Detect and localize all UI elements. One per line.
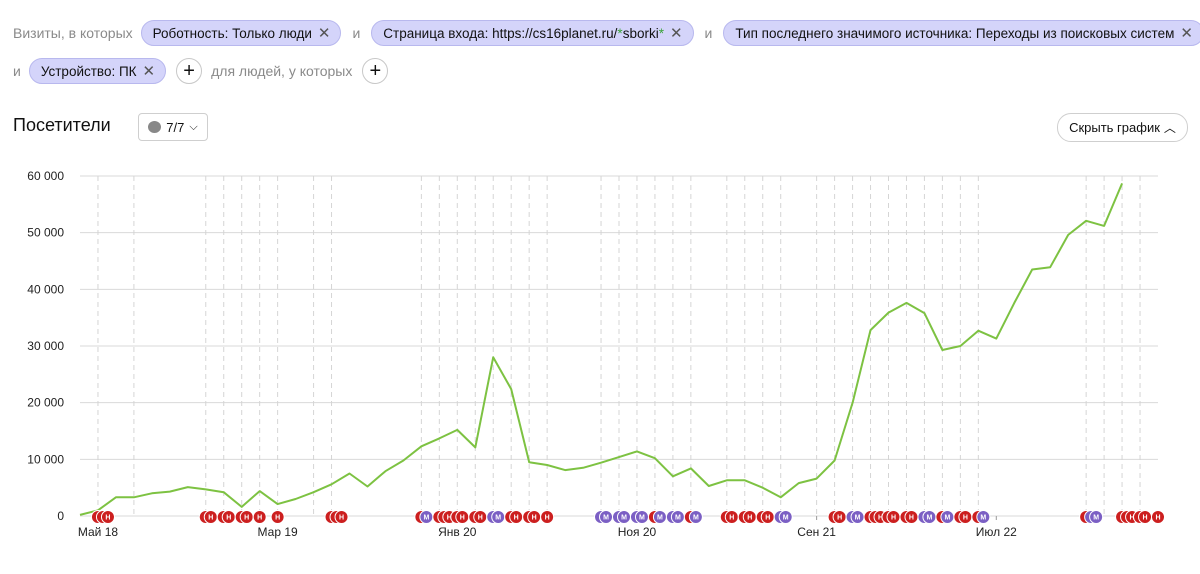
x-tick-label: Ноя 20 <box>618 525 657 539</box>
filter-chip-device[interactable]: Устройство: ПК ✕ <box>28 58 167 84</box>
annotation-marker-letter: Н <box>963 515 968 522</box>
hide-chart-button[interactable]: Скрыть график ︿ <box>1057 113 1188 142</box>
close-icon[interactable]: ✕ <box>1180 26 1193 41</box>
filter-chip-label: Тип последнего значимого источника: Пере… <box>735 25 1175 41</box>
filter-connector: и <box>352 25 361 41</box>
annotation-marker-letter: Н <box>257 515 262 522</box>
close-icon[interactable]: ✕ <box>318 26 331 41</box>
x-tick-label: Май 18 <box>78 525 119 539</box>
plus-icon: + <box>183 60 195 82</box>
annotation-marker-letter: М <box>980 515 986 522</box>
annotation-marker-letter: Н <box>478 515 483 522</box>
annotation-marker-letter: М <box>603 515 609 522</box>
filter-chip-robotness[interactable]: Роботность: Только люди ✕ <box>140 20 342 46</box>
annotation-marker-letter: Н <box>837 515 842 522</box>
annotation-marker-letter: Н <box>460 515 465 522</box>
notes-count: 7/7 <box>166 119 185 135</box>
x-tick-label: Янв 20 <box>438 525 477 539</box>
annotation-marker-letter: Н <box>765 515 770 522</box>
annotation-marker-letter: Н <box>747 515 752 522</box>
filter-chip-label: Страница входа: https://cs16planet.ru/*s… <box>383 25 664 41</box>
notes-dropdown[interactable]: 7/7 ⌵ <box>138 113 208 141</box>
plus-icon: + <box>369 60 382 82</box>
filter-people-text: для людей, у которых <box>211 63 353 79</box>
annotation-marker-letter: М <box>495 515 501 522</box>
x-tick-label: Мар 19 <box>258 525 298 539</box>
annotation-marker-letter: М <box>927 515 933 522</box>
annotation-marker-letter: М <box>675 515 681 522</box>
x-tick-label: Сен 21 <box>797 525 836 539</box>
y-tick-label: 10 000 <box>27 452 64 466</box>
annotation-marker-letter: М <box>944 515 950 522</box>
annotation-marker-letter: Н <box>891 515 896 522</box>
filter-chip-label: Устройство: ПК <box>40 63 137 79</box>
filters-bar: Визиты, в которых Роботность: Только люд… <box>0 0 1200 100</box>
filter-chip-label: Роботность: Только люди <box>152 25 312 41</box>
annotation-marker-letter: Н <box>532 515 537 522</box>
filter-chip-traffic-source[interactable]: Тип последнего значимого источника: Пере… <box>723 20 1200 46</box>
annotation-marker-letter: М <box>423 515 429 522</box>
filter-connector: и <box>704 25 713 41</box>
filter-prefix: Визиты, в которых <box>13 25 133 41</box>
add-visit-condition-button[interactable]: + <box>176 58 203 84</box>
annotation-marker-letter: Н <box>909 515 914 522</box>
annotation-marker-letter: Н <box>226 515 231 522</box>
annotation-marker-letter: Н <box>514 515 519 522</box>
filter-chip-entry-page[interactable]: Страница входа: https://cs16planet.ru/*s… <box>371 20 694 46</box>
y-tick-label: 20 000 <box>27 396 64 410</box>
annotation-marker-letter: М <box>855 515 861 522</box>
y-tick-label: 40 000 <box>27 282 64 296</box>
x-tick-label: Июл 22 <box>976 525 1017 539</box>
chevron-up-icon: ︿ <box>1163 121 1176 135</box>
y-tick-label: 30 000 <box>27 339 64 353</box>
hide-chart-label: Скрыть график <box>1069 120 1160 135</box>
annotation-marker-letter: Н <box>275 515 280 522</box>
filter-row-2: и Устройство: ПК ✕ + для людей, у которы… <box>13 58 389 84</box>
annotation-marker-letter: М <box>621 515 627 522</box>
y-tick-label: 50 000 <box>27 226 64 240</box>
y-tick-label: 0 <box>57 509 64 523</box>
annotation-marker-letter: М <box>639 515 645 522</box>
close-icon[interactable]: ✕ <box>670 26 683 41</box>
filter-row-1: Визиты, в которых Роботность: Только люд… <box>13 20 1200 46</box>
annotation-marker-letter: Н <box>1143 515 1148 522</box>
annotation-marker-letter: Н <box>244 515 249 522</box>
add-people-condition-button[interactable]: + <box>362 58 389 84</box>
panel-title: Посетители <box>13 115 111 135</box>
chevron-down-icon: ⌵ <box>189 120 198 133</box>
filter-connector: и <box>13 63 21 79</box>
annotation-marker-letter: М <box>1093 515 1099 522</box>
annotation-marker-letter: М <box>657 515 663 522</box>
annotation-marker-letter: М <box>783 515 789 522</box>
annotation-marker-letter: Н <box>208 515 213 522</box>
annotation-marker-letter: Н <box>545 515 550 522</box>
comment-icon <box>148 121 162 133</box>
annotation-marker-letter: Н <box>729 515 734 522</box>
visitors-chart: 0 10 000 20 000 30 000 40 000 50 000 60 000 Май… <box>27 169 1165 539</box>
close-icon[interactable]: ✕ <box>143 64 156 79</box>
y-tick-label: 60 000 <box>27 169 64 183</box>
annotation-marker-letter: Н <box>339 515 344 522</box>
annotation-marker-letter: Н <box>105 515 110 522</box>
annotation-marker-letter: М <box>693 515 699 522</box>
annotation-marker-letter: Н <box>1155 515 1160 522</box>
